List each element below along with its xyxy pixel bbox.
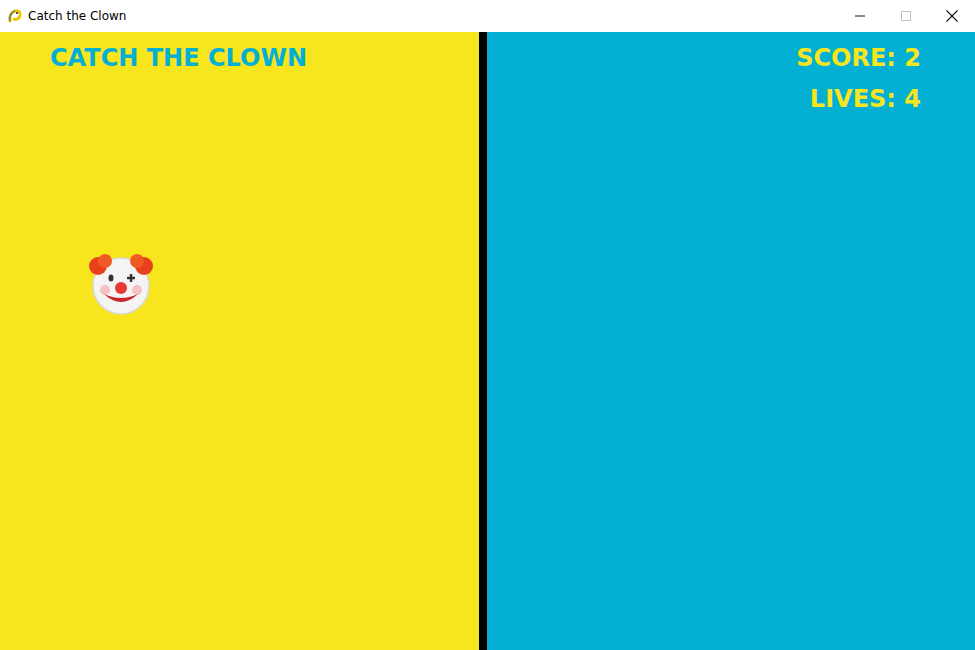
score-text: SCORE: 2 (796, 43, 921, 73)
title-bar: Catch the Clown (0, 0, 975, 32)
divider (479, 32, 487, 650)
lives-text: LIVES: 4 (810, 84, 921, 114)
clown-icon[interactable] (88, 252, 154, 316)
minimize-icon (855, 11, 865, 21)
pygame-icon (7, 8, 23, 24)
game-title: CATCH THE CLOWN (50, 43, 479, 73)
maximize-icon (901, 11, 911, 21)
maximize-button (883, 0, 929, 32)
close-button[interactable] (929, 0, 975, 32)
game-window: Catch the Clown CATCH THE CLOWN SCORE: 2 LI… (0, 0, 975, 650)
left-panel: CATCH THE CLOWN (0, 32, 479, 650)
right-panel: SCORE: 2 LIVES: 4 (487, 32, 975, 650)
game-area: CATCH THE CLOWN SCORE: 2 LIVES: 4 (0, 32, 975, 650)
minimize-button[interactable] (837, 0, 883, 32)
close-icon (946, 10, 958, 22)
window-title: Catch the Clown (28, 9, 126, 23)
